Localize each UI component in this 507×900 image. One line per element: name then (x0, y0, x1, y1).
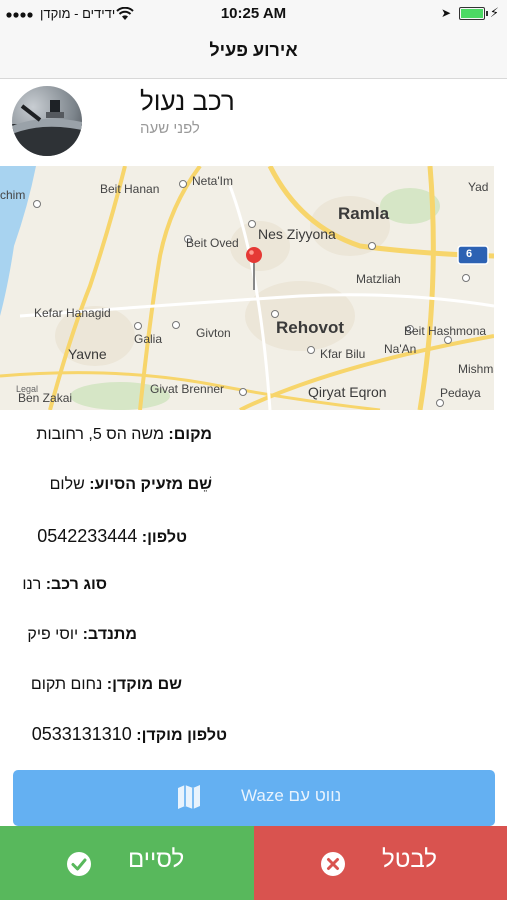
event-header: רכב נעול לפני שעה (0, 80, 507, 166)
detail-label: שֵׁם מזעיק הסיוע: (89, 476, 212, 493)
map-label: Givat Brenner (150, 382, 225, 396)
map-label: Pedaya (440, 386, 481, 400)
map-label: Galia (134, 332, 163, 346)
detail-row-dispatcher-name: שם מוקדן: נחום תקום (31, 676, 182, 694)
map-label: Na'An (384, 342, 417, 356)
detail-label: סוג רכב: (45, 576, 107, 593)
detail-value-phone[interactable]: 0542233444 (37, 526, 137, 546)
map-icon (178, 785, 200, 809)
map-label: Yad (468, 180, 489, 194)
status-bar: ידידים - מוקדן 10:25 AM ➤ ⚡ (0, 0, 507, 30)
page-title: אירוע פעיל (209, 40, 298, 60)
map-label: Rehovot (276, 318, 344, 337)
detail-row-caller-name: שֵׁם מזעיק הסיוע: שלום (50, 476, 212, 494)
navigate-waze-button[interactable]: נווט עם Waze (13, 770, 495, 826)
detail-row-location: מקום: משה הס 5, רחובות (36, 426, 212, 444)
map-label: Beit Hashmona (404, 324, 487, 338)
cancel-button[interactable]: לבטל (254, 826, 507, 900)
finish-button[interactable]: לסיים (0, 826, 254, 900)
map-label: Matzliah (356, 272, 401, 286)
map-label: Beit Hanan (100, 182, 160, 196)
map-label: chim (0, 188, 26, 202)
detail-value: רנו (22, 576, 42, 593)
detail-value: יוסי פיק (27, 626, 79, 643)
detail-row-phone: טלפון: 0542233444 (37, 526, 187, 547)
road-6-shield: 6 (466, 248, 473, 260)
map-label: Kefar Hanagid (34, 306, 111, 320)
car-lock-image-icon (12, 100, 82, 156)
detail-value: משה הס 5, רחובות (36, 426, 164, 443)
map-label: Qiryat Eqron (308, 384, 387, 400)
x-circle-icon (321, 852, 345, 876)
map-legal-link[interactable]: Legal (16, 384, 38, 394)
detail-label: מתנדב: (82, 626, 137, 643)
detail-value-phone[interactable]: 0533131310 (32, 724, 132, 744)
detail-label: מקום: (168, 426, 212, 443)
battery-icon (459, 7, 488, 20)
finish-button-label: לסיים (128, 846, 185, 873)
location-arrow-icon: ➤ (440, 6, 451, 20)
detail-row-car-type: סוג רכב: רנו (22, 576, 107, 594)
event-time: לפני שעה (140, 120, 200, 137)
detail-value: נחום תקום (30, 676, 103, 693)
action-bar: לסיים לבטל (0, 826, 507, 900)
map-label: Beit Oved (186, 236, 239, 250)
detail-value: שלום (49, 476, 85, 493)
map-label: Givton (196, 326, 231, 340)
event-avatar (12, 86, 82, 156)
location-map[interactable]: chim Beit Hanan Neta'Im Ramla Beit Oved … (0, 166, 494, 410)
map-label: Mishma (458, 362, 494, 376)
map-label: Yavne (68, 346, 107, 362)
cancel-button-label: לבטל (382, 846, 437, 873)
detail-label: טלפון: (141, 529, 187, 546)
map-label: Ramla (338, 204, 390, 223)
detail-row-volunteer: מתנדב: יוסי פיק (27, 626, 137, 644)
map-pin-icon[interactable] (246, 246, 264, 292)
map-label: Neta'Im (192, 174, 233, 188)
detail-row-dispatcher-phone: טלפון מוקדן: 0533131310 (32, 724, 227, 745)
map-label: Nes Ziyyona (258, 226, 336, 242)
event-title: רכב נעול (140, 86, 235, 116)
waze-button-label: נווט עם Waze (241, 786, 342, 805)
map-label: Kfar Bilu (320, 347, 366, 361)
detail-label: טלפון מוקדן: (136, 727, 227, 744)
nav-bar: אירוע פעיל (0, 30, 507, 79)
detail-label: שם מוקדן: (106, 676, 182, 693)
charging-bolt-icon: ⚡ (489, 5, 499, 20)
check-circle-icon (67, 852, 91, 876)
clock: 10:25 AM (220, 5, 287, 22)
